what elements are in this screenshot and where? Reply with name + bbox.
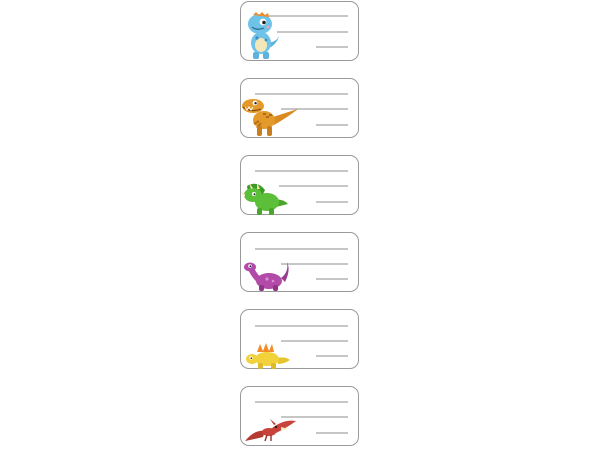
name-label-2 [240, 78, 359, 138]
red-pterodactyl-icon [245, 419, 296, 442]
purple-long-neck-dinosaur-icon [244, 262, 289, 291]
label-sheet [0, 0, 600, 450]
name-label-3 [240, 155, 359, 215]
green-triceratops-icon [241, 183, 288, 215]
name-label-6 [240, 386, 359, 446]
name-label-1 [240, 1, 359, 61]
name-label-5 [240, 309, 359, 369]
name-label-4 [240, 232, 359, 292]
yellow-stegosaurus-icon [246, 343, 290, 369]
blue-baby-dinosaur-icon [248, 12, 279, 59]
orange-t-rex-icon [242, 99, 298, 136]
